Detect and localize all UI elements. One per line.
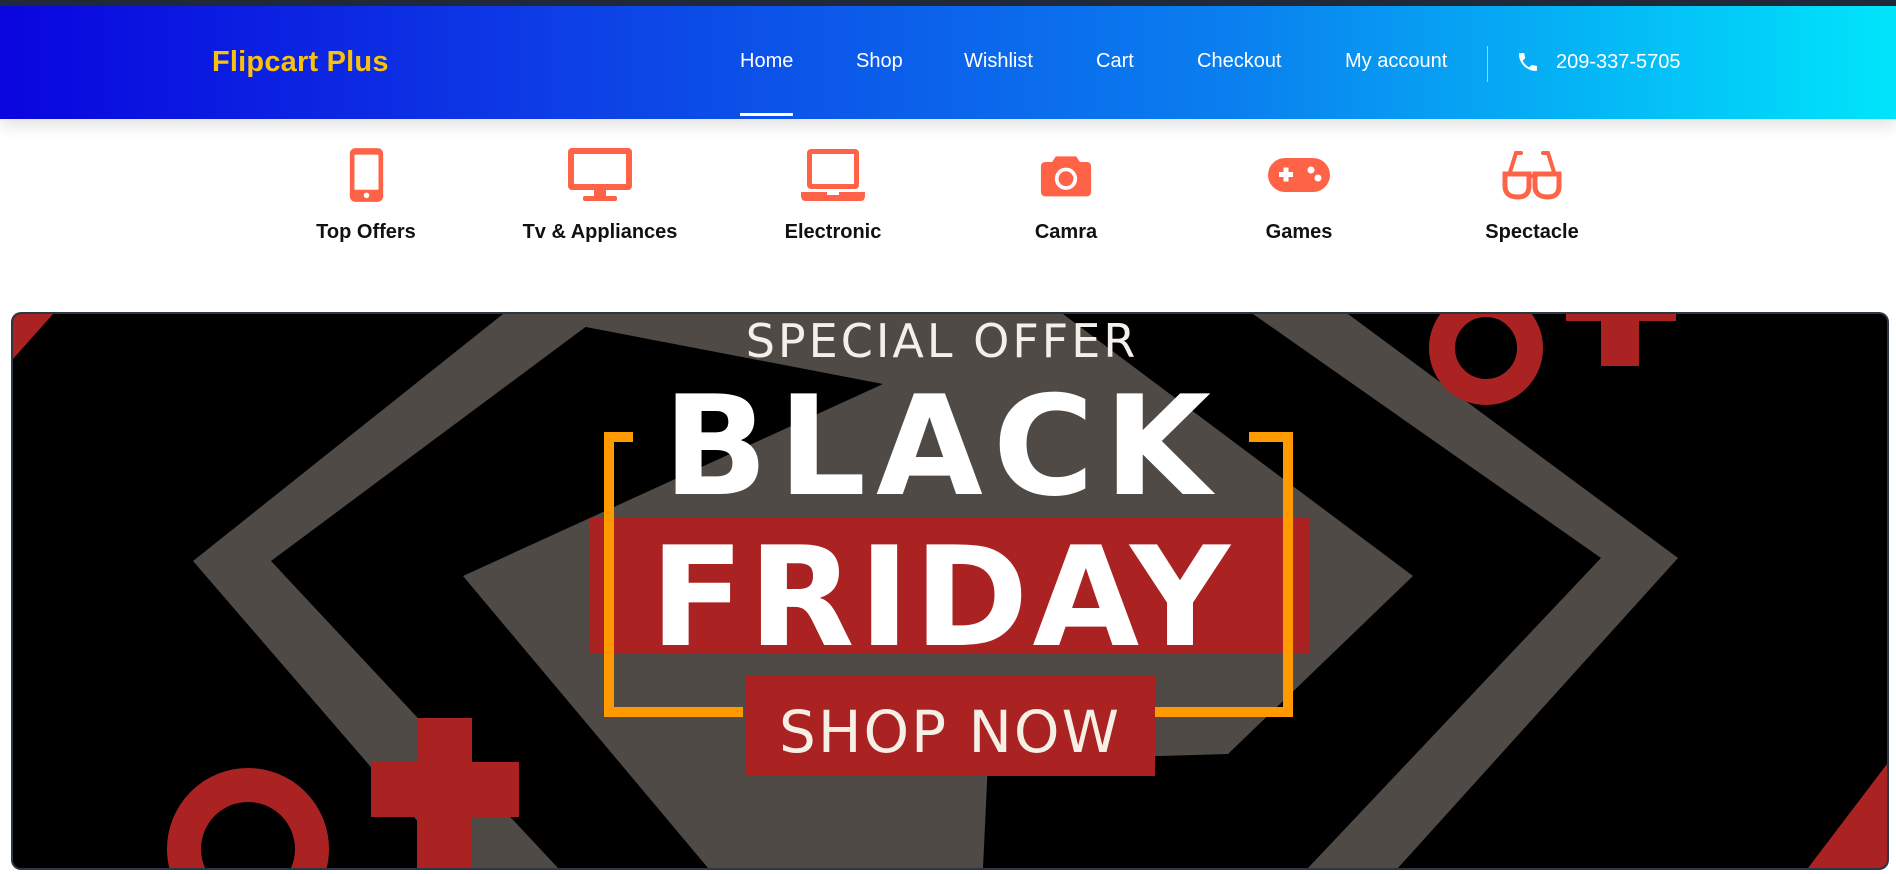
glasses-icon: [1502, 151, 1562, 200]
shop-now-label: SHOP NOW: [779, 698, 1121, 766]
brand-logo[interactable]: Flipcart Plus: [212, 46, 389, 79]
category-label: Tv & Appliances: [522, 221, 678, 243]
nav-divider: [1487, 46, 1488, 82]
shop-now-button[interactable]: SHOP NOW: [745, 676, 1155, 776]
nav-checkout-link[interactable]: Checkout: [1197, 50, 1282, 73]
category-spectacle[interactable]: Spectacle: [1432, 147, 1632, 287]
category-label: Electronic: [784, 221, 882, 243]
monitor-icon: [568, 148, 632, 201]
category-top-offers[interactable]: Top Offers: [266, 147, 466, 287]
nav-cart-link[interactable]: Cart: [1096, 50, 1134, 73]
category-label: Top Offers: [316, 221, 416, 243]
friday-heading: FRIDAY: [650, 517, 1234, 678]
category-electronic[interactable]: Electronic: [733, 147, 933, 287]
category-bar: Top Offers Tv & Appliances Electronic Ca…: [0, 119, 1896, 309]
gamepad-icon: [1268, 158, 1330, 192]
nav-wishlist-link[interactable]: Wishlist: [964, 50, 1033, 73]
nav-home-link[interactable]: Home: [740, 50, 794, 116]
camera-icon: [1040, 156, 1092, 197]
category-games[interactable]: Games: [1199, 147, 1399, 287]
black-heading: BLACK: [662, 366, 1222, 527]
special-offer-text: SPECIAL OFFER: [745, 314, 1139, 368]
main-navbar: Flipcart Plus Home Shop Wishlist Cart Ch…: [0, 6, 1896, 119]
category-label: Spectacle: [1485, 221, 1579, 243]
category-label: Camra: [1034, 221, 1098, 243]
category-tv-appliances[interactable]: Tv & Appliances: [500, 147, 700, 287]
phone-number-link[interactable]: 209-337-5705: [1556, 51, 1681, 74]
category-label: Games: [1265, 221, 1333, 243]
nav-shop-link[interactable]: Shop: [856, 50, 903, 73]
black-friday-banner[interactable]: SPECIAL OFFER BLACK FRIDAY SHOP NOW: [13, 314, 1887, 868]
laptop-icon: [801, 149, 865, 201]
nav-my-account-link[interactable]: My account: [1345, 50, 1447, 73]
mobile-phone-icon: [349, 148, 383, 202]
phone-icon: [1519, 53, 1537, 71]
category-camra[interactable]: Camra: [966, 147, 1166, 287]
